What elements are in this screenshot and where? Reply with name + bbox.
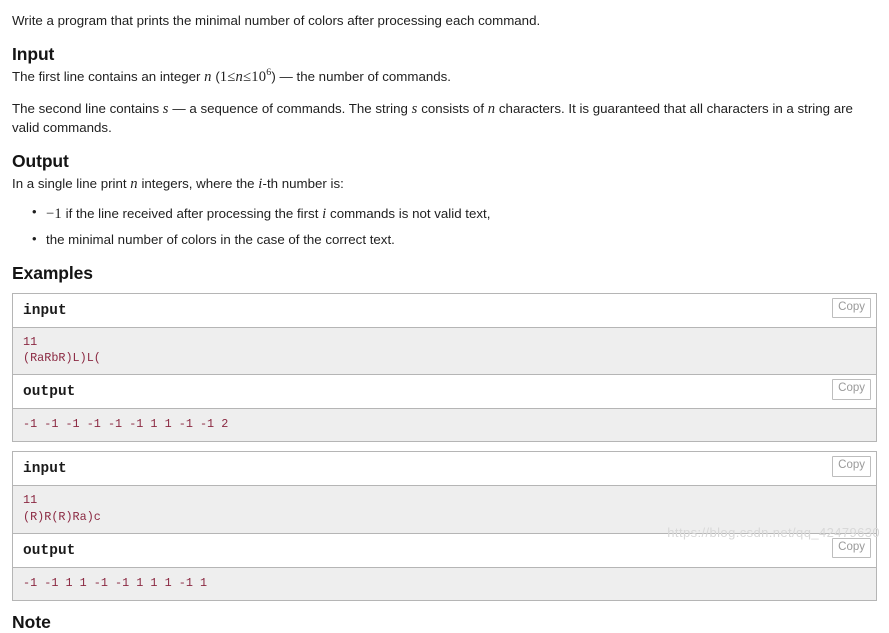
sample-1-output-label: output	[23, 384, 76, 401]
sample-2-input-label: input	[23, 461, 67, 478]
sample-2-input-header: input Copy	[13, 452, 876, 487]
bullet-1-text: the minimal number of colors in the case…	[46, 231, 395, 247]
math-n: n	[204, 68, 212, 85]
sample-test-2: input Copy 11 (R)R(R)Ra)c output Copy -1…	[12, 451, 877, 602]
intro-paragraph: Write a program that prints the minimal …	[12, 13, 541, 28]
input-p2-text-b: — a sequence of commands. The string	[168, 100, 412, 116]
bullet-0-text: if the line received after processing th…	[61, 205, 323, 221]
copy-button[interactable]: Copy	[832, 537, 871, 559]
list-item: −1 if the line received after processing…	[32, 203, 877, 225]
sample-1-output-header: output Copy	[13, 375, 876, 410]
input-paragraph-1: The first line contains an integer n (1≤…	[12, 67, 877, 88]
note-section-heading: Note	[12, 612, 51, 633]
input-p1-text-a: The first line contains an integer	[12, 68, 205, 84]
input-p1-text-c: ) — the number of commands.	[271, 68, 451, 84]
output-p1-text-a: In a single line print	[12, 176, 131, 192]
list-item: the minimal number of colors in the case…	[32, 230, 877, 250]
output-bullet-list: −1 if the line received after processing…	[12, 203, 877, 250]
sample-2-input-data[interactable]: 11 (R)R(R)Ra)c	[13, 486, 876, 534]
examples-section-heading: Examples	[12, 262, 93, 283]
math-minus-one: −1	[46, 205, 62, 222]
output-paragraph-1: In a single line print n integers, where…	[12, 174, 877, 195]
output-section-heading: Output	[12, 151, 69, 172]
output-p1-text-b: integers, where the	[137, 176, 259, 192]
math-le-1: ≤	[227, 68, 236, 85]
sample-1-input-label: input	[23, 302, 67, 319]
sample-test-1: input Copy 11 (RaRbR)L)L( output Copy -1…	[12, 292, 877, 443]
math-n-4: n	[130, 176, 138, 193]
input-p2-text-a: The second line contains	[12, 100, 163, 116]
output-p1-text-c: -th number is:	[262, 176, 344, 192]
sample-1-input-header: input Copy	[13, 293, 876, 328]
copy-button[interactable]: Copy	[832, 456, 871, 477]
bullet-0-text-2: commands is not valid text,	[326, 205, 491, 221]
math-le-2: ≤	[243, 68, 252, 85]
input-section-heading: Input	[12, 43, 55, 64]
sample-2-output-data[interactable]: -1 -1 1 1 -1 -1 1 1 1 -1 1	[13, 567, 876, 602]
sample-1-output-data[interactable]: -1 -1 -1 -1 -1 -1 1 1 -1 -1 2	[13, 409, 876, 443]
input-p2-text-c: consists of	[417, 100, 488, 116]
copy-button[interactable]: Copy	[832, 297, 871, 318]
input-paragraph-2: The second line contains s — a sequence …	[12, 99, 877, 139]
input-p1-text-b: (	[211, 68, 220, 84]
copy-button[interactable]: Copy	[832, 379, 871, 400]
problem-statement-page: Write a program that prints the minimal …	[0, 0, 889, 633]
sample-1-input-data[interactable]: 11 (RaRbR)L)L(	[13, 327, 876, 376]
math-ten: 10	[251, 68, 267, 85]
math-n-2: n	[235, 68, 244, 85]
